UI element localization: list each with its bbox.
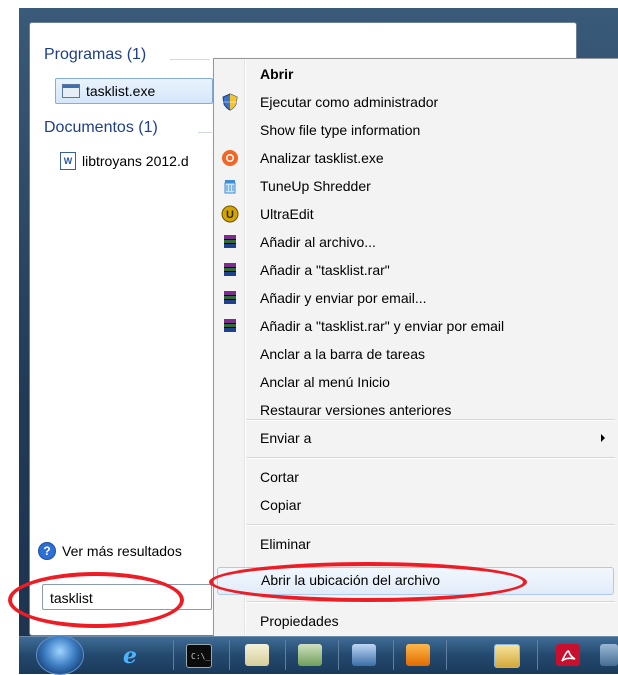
document-result-item[interactable]: W libtroyans 2012.d	[60, 150, 189, 172]
menu-item-label: Restaurar versiones anteriores	[260, 402, 452, 418]
avast-icon	[221, 149, 239, 167]
menu-item-label: Anclar al menú Inicio	[260, 374, 390, 390]
winrar-icon	[221, 317, 239, 335]
menu-separator	[247, 457, 615, 459]
submenu-arrow-icon	[601, 434, 605, 442]
annotation-circle-search	[8, 572, 184, 628]
menu-item-pin-taskbar[interactable]: Anclar a la barra de tareas	[214, 341, 618, 367]
menu-item-file-type-info[interactable]: Show file type information	[214, 117, 618, 143]
see-more-results-link[interactable]: ? Ver más resultados	[38, 542, 182, 560]
menu-separator	[247, 601, 615, 603]
acrobat-icon[interactable]	[556, 644, 580, 666]
menu-item-label: Copiar	[260, 497, 302, 513]
menu-separator	[247, 524, 615, 526]
menu-item-label: Anclar a la barra de tareas	[260, 346, 425, 362]
exe-file-icon	[62, 84, 80, 98]
menu-item-abrir[interactable]: Abrir	[214, 61, 618, 87]
menu-item-cut[interactable]: Cortar	[214, 464, 618, 490]
ultraedit-icon: U	[221, 205, 239, 223]
menu-item-label: Añadir al archivo...	[260, 234, 376, 250]
uac-shield-icon	[221, 93, 239, 111]
menu-item-label: Propiedades	[260, 613, 339, 629]
cmd-icon[interactable]: C:\_	[186, 644, 212, 668]
taskbar-separator	[229, 640, 230, 670]
menu-item-ultraedit[interactable]: U UltraEdit	[214, 201, 618, 227]
menu-item-label: Cortar	[260, 469, 299, 485]
word-document-icon: W	[60, 152, 76, 170]
start-orb-icon[interactable]	[36, 635, 84, 675]
internet-explorer-icon[interactable]: e	[118, 643, 142, 669]
menu-item-label: UltraEdit	[260, 206, 314, 222]
context-menu: Abrir Ejecutar como administrador Show f…	[213, 58, 618, 638]
see-more-label: Ver más resultados	[62, 543, 182, 559]
menu-item-label: Ejecutar como administrador	[260, 94, 439, 110]
annotation-circle-open-location	[209, 562, 527, 602]
menu-item-add-tasklist-rar[interactable]: Añadir a "tasklist.rar"	[214, 257, 618, 283]
taskbar-separator	[173, 640, 174, 670]
menu-item-copy[interactable]: Copiar	[214, 492, 618, 518]
menu-item-send-to[interactable]: Enviar a	[214, 425, 618, 451]
explorer-icon[interactable]	[494, 644, 520, 668]
menu-item-label: TuneUp Shredder	[260, 178, 371, 194]
menu-item-add-and-email[interactable]: Añadir y enviar por email...	[214, 285, 618, 311]
menu-item-analizar[interactable]: Analizar tasklist.exe	[214, 145, 618, 171]
winrar-icon	[221, 261, 239, 279]
menu-item-label: Enviar a	[260, 430, 312, 446]
winrar-icon	[221, 233, 239, 251]
menu-item-add-rar-and-email[interactable]: Añadir a "tasklist.rar" y enviar por ema…	[214, 313, 618, 339]
menu-item-tuneup-shredder[interactable]: TuneUp Shredder	[214, 173, 618, 199]
documents-divider	[198, 132, 212, 133]
taskbar-separator	[338, 640, 339, 670]
svg-text:U: U	[226, 209, 234, 221]
app-icon[interactable]	[600, 644, 618, 666]
program-result-label: tasklist.exe	[86, 83, 156, 99]
remote-desktop-icon[interactable]	[352, 644, 376, 666]
menu-item-label: Añadir a "tasklist.rar"	[260, 262, 390, 278]
menu-item-label: Show file type information	[260, 122, 421, 138]
shredder-icon	[221, 177, 239, 195]
svg-text:C:\_: C:\_	[191, 652, 210, 661]
taskbar-separator	[537, 640, 538, 670]
taskbar-separator	[393, 640, 394, 670]
menu-item-add-archive[interactable]: Añadir al archivo...	[214, 229, 618, 255]
menu-item-label: Añadir y enviar por email...	[260, 290, 427, 306]
winrar-icon	[221, 289, 239, 307]
menu-item-label: Eliminar	[260, 536, 311, 552]
file-icon[interactable]	[245, 644, 269, 666]
documents-header: Documentos (1)	[44, 119, 158, 136]
menu-item-label: Abrir	[260, 66, 294, 82]
menu-separator	[247, 419, 615, 421]
help-icon: ?	[38, 542, 56, 560]
program-result-item[interactable]: tasklist.exe	[55, 78, 213, 104]
programs-divider	[170, 59, 210, 60]
media-player-icon[interactable]	[406, 644, 430, 666]
programs-header: Programas (1)	[44, 46, 147, 63]
svg-text:e: e	[123, 644, 137, 666]
network-icon[interactable]	[298, 644, 322, 666]
menu-item-delete[interactable]: Eliminar	[214, 531, 618, 557]
menu-item-label: Analizar tasklist.exe	[260, 150, 384, 166]
menu-item-run-as-admin[interactable]: Ejecutar como administrador	[214, 89, 618, 115]
menu-item-label: Añadir a "tasklist.rar" y enviar por ema…	[260, 318, 505, 334]
taskbar-separator	[446, 640, 447, 670]
taskbar-separator	[285, 640, 286, 670]
menu-item-properties[interactable]: Propiedades	[214, 608, 618, 634]
document-result-label: libtroyans 2012.d	[82, 153, 189, 169]
menu-item-pin-start[interactable]: Anclar al menú Inicio	[214, 369, 618, 395]
